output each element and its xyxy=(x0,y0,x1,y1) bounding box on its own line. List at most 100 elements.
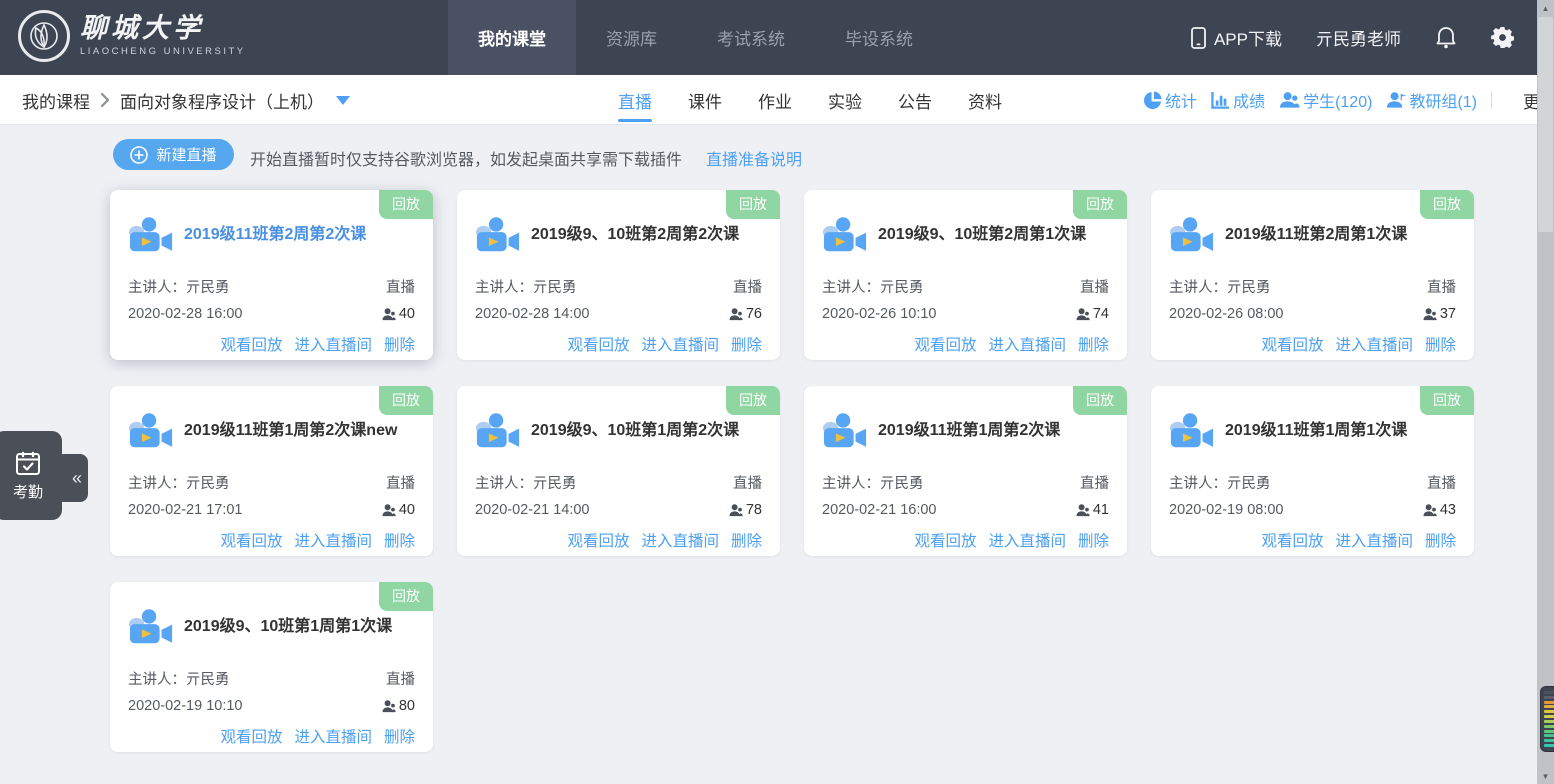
presenter-line: 主讲人：亓民勇 xyxy=(822,276,924,297)
breadcrumb: 我的课程 面向对象程序设计（上机） xyxy=(22,75,350,125)
delete-link[interactable]: 删除 xyxy=(384,725,415,747)
session-title[interactable]: 2019级9、10班第2周第1次课 xyxy=(878,224,1086,246)
app-download-button[interactable]: APP下载 xyxy=(1191,25,1282,50)
watch-replay-link[interactable]: 观看回放 xyxy=(914,529,976,551)
enter-room-link[interactable]: 进入直播间 xyxy=(988,529,1066,551)
enter-room-link[interactable]: 进入直播间 xyxy=(641,333,719,355)
nav-item-graduation-system[interactable]: 毕设系统 xyxy=(815,0,943,75)
live-session-card[interactable]: 回放 2019级9、10班第1周第2次课 主讲人：亓民勇 直播 2020-02-… xyxy=(457,386,780,556)
course-subheader: 我的课程 面向对象程序设计（上机） 直播 课件 作业 实验 公告 资料 统计 成… xyxy=(0,75,1540,125)
delete-link[interactable]: 删除 xyxy=(384,529,415,551)
session-time: 2020-02-21 17:01 xyxy=(128,502,243,518)
viewer-count: 78 xyxy=(729,502,762,518)
new-live-button[interactable]: 新建直播 xyxy=(113,139,234,170)
presenter-name: 亓民勇 xyxy=(186,280,230,296)
delete-link[interactable]: 删除 xyxy=(731,529,762,551)
delete-link[interactable]: 删除 xyxy=(1425,333,1456,355)
research-group-link[interactable]: 教研组(1) xyxy=(1386,88,1477,112)
grades-link[interactable]: 成绩 xyxy=(1211,88,1265,112)
live-session-card[interactable]: 回放 2019级11班第1周第2次课 主讲人：亓民勇 直播 2020-02-21… xyxy=(804,386,1127,556)
notifications-bell-icon[interactable] xyxy=(1435,26,1457,50)
enter-room-link[interactable]: 进入直播间 xyxy=(294,333,372,355)
live-guide-link[interactable]: 直播准备说明 xyxy=(706,146,802,170)
viewer-count: 43 xyxy=(1423,502,1456,518)
scroll-down-icon[interactable]: ▼ xyxy=(1537,768,1554,784)
watch-replay-link[interactable]: 观看回放 xyxy=(567,333,629,355)
tab-homework[interactable]: 作业 xyxy=(758,75,792,125)
watch-replay-link[interactable]: 观看回放 xyxy=(220,725,282,747)
widget-stripe xyxy=(1544,691,1554,694)
watch-replay-link[interactable]: 观看回放 xyxy=(914,333,976,355)
enter-room-link[interactable]: 进入直播间 xyxy=(988,333,1066,355)
session-time: 2020-02-19 10:10 xyxy=(128,698,243,714)
viewer-count: 40 xyxy=(382,306,415,322)
watch-replay-link[interactable]: 观看回放 xyxy=(567,529,629,551)
breadcrumb-chevron-icon xyxy=(100,92,110,108)
live-session-card[interactable]: 回放 2019级11班第1周第2次课new 主讲人：亓民勇 直播 2020-02… xyxy=(110,386,433,556)
user-menu[interactable]: 亓民勇老师 xyxy=(1316,25,1401,50)
nav-item-my-classroom[interactable]: 我的课堂 xyxy=(448,0,576,75)
live-hint-text: 开始直播暂时仅支持谷歌浏览器，如发起桌面共享需下载插件 xyxy=(250,146,682,170)
students-icon xyxy=(1279,91,1300,109)
delete-link[interactable]: 删除 xyxy=(1078,333,1109,355)
breadcrumb-my-courses[interactable]: 我的课程 xyxy=(22,88,90,113)
nav-item-resource-library[interactable]: 资源库 xyxy=(576,0,687,75)
person-icon xyxy=(729,308,743,321)
session-title[interactable]: 2019级11班第2周第1次课 xyxy=(1225,224,1407,246)
tab-experiment[interactable]: 实验 xyxy=(828,75,862,125)
delete-link[interactable]: 删除 xyxy=(731,333,762,355)
delete-link[interactable]: 删除 xyxy=(1425,529,1456,551)
watch-replay-link[interactable]: 观看回放 xyxy=(220,529,282,551)
session-title[interactable]: 2019级9、10班第2周第2次课 xyxy=(531,224,739,246)
statistics-link[interactable]: 统计 xyxy=(1143,88,1197,112)
delete-link[interactable]: 删除 xyxy=(384,333,415,355)
enter-room-link[interactable]: 进入直播间 xyxy=(294,529,372,551)
live-session-card[interactable]: 回放 2019级9、10班第2周第1次课 主讲人：亓民勇 直播 2020-02-… xyxy=(804,190,1127,360)
course-dropdown-icon[interactable] xyxy=(336,96,350,105)
session-title[interactable]: 2019级9、10班第1周第2次课 xyxy=(531,420,739,442)
enter-room-link[interactable]: 进入直播间 xyxy=(641,529,719,551)
enter-room-link[interactable]: 进入直播间 xyxy=(1335,529,1413,551)
session-time: 2020-02-21 16:00 xyxy=(822,502,937,518)
vertical-scrollbar[interactable]: ▲ ▼ xyxy=(1537,0,1554,784)
session-type: 直播 xyxy=(1427,276,1456,297)
attendance-button[interactable]: 考勤 xyxy=(0,431,62,520)
nav-item-exam-system[interactable]: 考试系统 xyxy=(687,0,815,75)
tab-live[interactable]: 直播 xyxy=(618,75,652,125)
person-icon xyxy=(1423,308,1437,321)
tab-announcement[interactable]: 公告 xyxy=(898,75,932,125)
tab-courseware[interactable]: 课件 xyxy=(688,75,722,125)
session-time: 2020-02-26 08:00 xyxy=(1169,306,1284,322)
university-logo[interactable]: 聊城大学 LIAOCHENG UNIVERSITY xyxy=(18,10,246,62)
session-title[interactable]: 2019级11班第1周第2次课 xyxy=(878,420,1060,442)
live-session-card[interactable]: 回放 2019级9、10班第1周第1次课 主讲人：亓民勇 直播 2020-02-… xyxy=(110,582,433,752)
live-camera-icon xyxy=(128,215,174,255)
session-title[interactable]: 2019级11班第1周第1次课 xyxy=(1225,420,1407,442)
presenter-name: 亓民勇 xyxy=(1227,476,1271,492)
watch-replay-link[interactable]: 观看回放 xyxy=(1261,333,1323,355)
live-session-grid: 回放 2019级11班第2周第2次课 主讲人：亓民勇 直播 2020-02-28… xyxy=(110,190,1474,752)
viewer-count: 40 xyxy=(382,502,415,518)
scroll-up-icon[interactable]: ▲ xyxy=(1537,0,1554,16)
widget-stripe xyxy=(1544,734,1554,737)
session-title[interactable]: 2019级11班第1周第2次课new xyxy=(184,420,397,442)
session-title[interactable]: 2019级11班第2周第2次课 xyxy=(184,224,366,246)
watch-replay-link[interactable]: 观看回放 xyxy=(1261,529,1323,551)
live-session-card[interactable]: 回放 2019级11班第1周第1次课 主讲人：亓民勇 直播 2020-02-19… xyxy=(1151,386,1474,556)
watch-replay-link[interactable]: 观看回放 xyxy=(220,333,282,355)
live-session-card[interactable]: 回放 2019级11班第2周第2次课 主讲人：亓民勇 直播 2020-02-28… xyxy=(110,190,433,360)
presenter-line: 主讲人：亓民勇 xyxy=(822,472,924,493)
enter-room-link[interactable]: 进入直播间 xyxy=(294,725,372,747)
session-type: 直播 xyxy=(1080,276,1109,297)
settings-gear-icon[interactable] xyxy=(1491,26,1514,49)
enter-room-link[interactable]: 进入直播间 xyxy=(1335,333,1413,355)
tab-materials[interactable]: 资料 xyxy=(968,75,1002,125)
scrollbar-thumb[interactable] xyxy=(1538,17,1553,232)
live-session-card[interactable]: 回放 2019级11班第2周第1次课 主讲人：亓民勇 直播 2020-02-26… xyxy=(1151,190,1474,360)
students-link[interactable]: 学生(120) xyxy=(1279,88,1372,112)
session-title[interactable]: 2019级9、10班第1周第1次课 xyxy=(184,616,392,638)
viewer-count: 74 xyxy=(1076,306,1109,322)
delete-link[interactable]: 删除 xyxy=(1078,529,1109,551)
live-session-card[interactable]: 回放 2019级9、10班第2周第2次课 主讲人：亓民勇 直播 2020-02-… xyxy=(457,190,780,360)
main-nav: 我的课堂 资源库 考试系统 毕设系统 xyxy=(448,0,943,75)
